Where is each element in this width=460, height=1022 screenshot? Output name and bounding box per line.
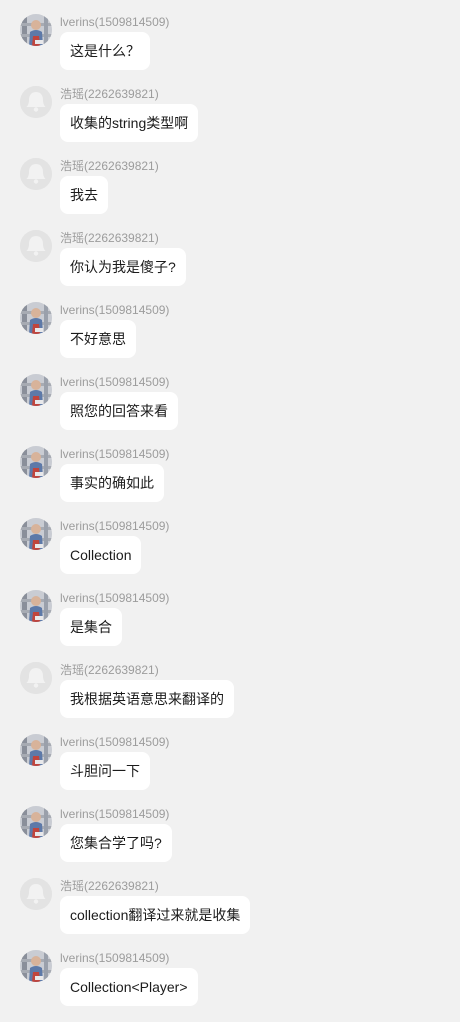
sender-name[interactable]: lverins(1509814509) xyxy=(60,446,169,462)
message-bubble[interactable]: 事实的确如此 xyxy=(60,464,164,502)
chat-message: lverins(1509814509) 是集合 xyxy=(0,590,460,662)
default-avatar-icon[interactable] xyxy=(20,158,52,190)
default-avatar-icon[interactable] xyxy=(20,662,52,694)
message-bubble[interactable]: 您集合学了吗? xyxy=(60,824,172,862)
sender-name[interactable]: lverins(1509814509) xyxy=(60,302,169,318)
user-avatar[interactable] xyxy=(20,446,52,478)
chat-message: lverins(1509814509) 这是什么？ xyxy=(0,14,460,86)
message-bubble[interactable]: 收集的string类型啊 xyxy=(60,104,199,142)
message-bubble[interactable]: collection翻译过来就是收集 xyxy=(60,896,251,934)
chat-message: 浩瑶(2262639821) collection翻译过来就是收集 xyxy=(0,878,460,950)
sender-name[interactable]: lverins(1509814509) xyxy=(60,950,169,966)
user-avatar[interactable] xyxy=(20,302,52,334)
user-avatar[interactable] xyxy=(20,950,52,982)
sender-name[interactable]: 浩瑶(2262639821) xyxy=(60,86,159,102)
message-bubble[interactable]: 是集合 xyxy=(60,608,122,646)
sender-name[interactable]: lverins(1509814509) xyxy=(60,590,169,606)
chat-message-list[interactable]: lverins(1509814509) 这是什么？ 浩瑶(2262639821) 收集… xyxy=(0,0,460,1006)
default-avatar-icon[interactable] xyxy=(20,86,52,118)
message-bubble[interactable]: 你认为我是傻子? xyxy=(60,248,186,286)
sender-name[interactable]: lverins(1509814509) xyxy=(60,14,169,30)
default-avatar-icon[interactable] xyxy=(20,230,52,262)
user-avatar[interactable] xyxy=(20,590,52,622)
chat-message: lverins(1509814509) Collection<Player> xyxy=(0,950,460,1022)
sender-name[interactable]: 浩瑶(2262639821) xyxy=(60,878,159,894)
message-bubble[interactable]: 这是什么？ xyxy=(60,32,150,70)
user-avatar[interactable] xyxy=(20,374,52,406)
user-avatar[interactable] xyxy=(20,518,52,550)
sender-name[interactable]: 浩瑶(2262639821) xyxy=(60,662,159,678)
chat-message: 浩瑶(2262639821) 收集的string类型啊 xyxy=(0,86,460,158)
message-bubble[interactable]: Collection<Player> xyxy=(60,968,198,1006)
chat-message: 浩瑶(2262639821) 你认为我是傻子? xyxy=(0,230,460,302)
chat-message: lverins(1509814509) 照您的回答来看 xyxy=(0,374,460,446)
sender-name[interactable]: lverins(1509814509) xyxy=(60,734,169,750)
sender-name[interactable]: lverins(1509814509) xyxy=(60,518,169,534)
chat-message: 浩瑶(2262639821) 我根据英语意思来翻译的 xyxy=(0,662,460,734)
sender-name[interactable]: lverins(1509814509) xyxy=(60,806,169,822)
message-bubble[interactable]: 斗胆问一下 xyxy=(60,752,150,790)
chat-message: 浩瑶(2262639821) 我去 xyxy=(0,158,460,230)
message-bubble[interactable]: Collection xyxy=(60,536,142,574)
chat-message: lverins(1509814509) 事实的确如此 xyxy=(0,446,460,518)
chat-message: lverins(1509814509) 您集合学了吗? xyxy=(0,806,460,878)
message-bubble[interactable]: 我去 xyxy=(60,176,108,214)
user-avatar[interactable] xyxy=(20,734,52,766)
message-bubble[interactable]: 不好意思 xyxy=(60,320,136,358)
default-avatar-icon[interactable] xyxy=(20,878,52,910)
message-bubble[interactable]: 我根据英语意思来翻译的 xyxy=(60,680,234,718)
sender-name[interactable]: lverins(1509814509) xyxy=(60,374,169,390)
sender-name[interactable]: 浩瑶(2262639821) xyxy=(60,230,159,246)
sender-name[interactable]: 浩瑶(2262639821) xyxy=(60,158,159,174)
message-bubble[interactable]: 照您的回答来看 xyxy=(60,392,178,430)
chat-message: lverins(1509814509) 斗胆问一下 xyxy=(0,734,460,806)
chat-message: lverins(1509814509) 不好意思 xyxy=(0,302,460,374)
user-avatar[interactable] xyxy=(20,14,52,46)
user-avatar[interactable] xyxy=(20,806,52,838)
chat-message: lverins(1509814509) Collection xyxy=(0,518,460,590)
